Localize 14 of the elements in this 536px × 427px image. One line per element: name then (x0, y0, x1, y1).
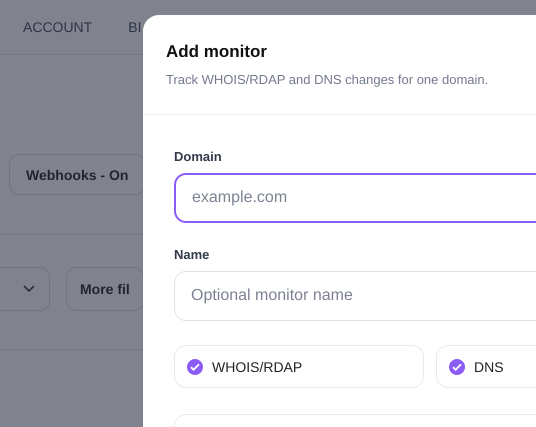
field-label: Domain (174, 149, 223, 164)
checkbox-icon[interactable] (448, 358, 466, 376)
field-label: Name (174, 247, 210, 262)
modal-title: Add monitor (166, 42, 268, 62)
chevron-down-icon (23, 285, 35, 293)
checkbox-option[interactable]: WHOIS/RDAP (174, 345, 424, 388)
more-filters-button[interactable]: More fil (66, 267, 144, 311)
nav-tab[interactable]: ACCOUNT (23, 19, 92, 35)
modal-subtitle: Track WHOIS/RDAP and DNS changes for one domain. (166, 72, 490, 87)
input-field[interactable]: example.com (174, 173, 536, 223)
checkbox-option[interactable]: DNS (436, 345, 536, 388)
checkbox-icon[interactable] (186, 358, 204, 376)
nav-tab[interactable]: BI (128, 19, 142, 35)
webhooks-button[interactable]: Webhooks - On (9, 154, 146, 195)
